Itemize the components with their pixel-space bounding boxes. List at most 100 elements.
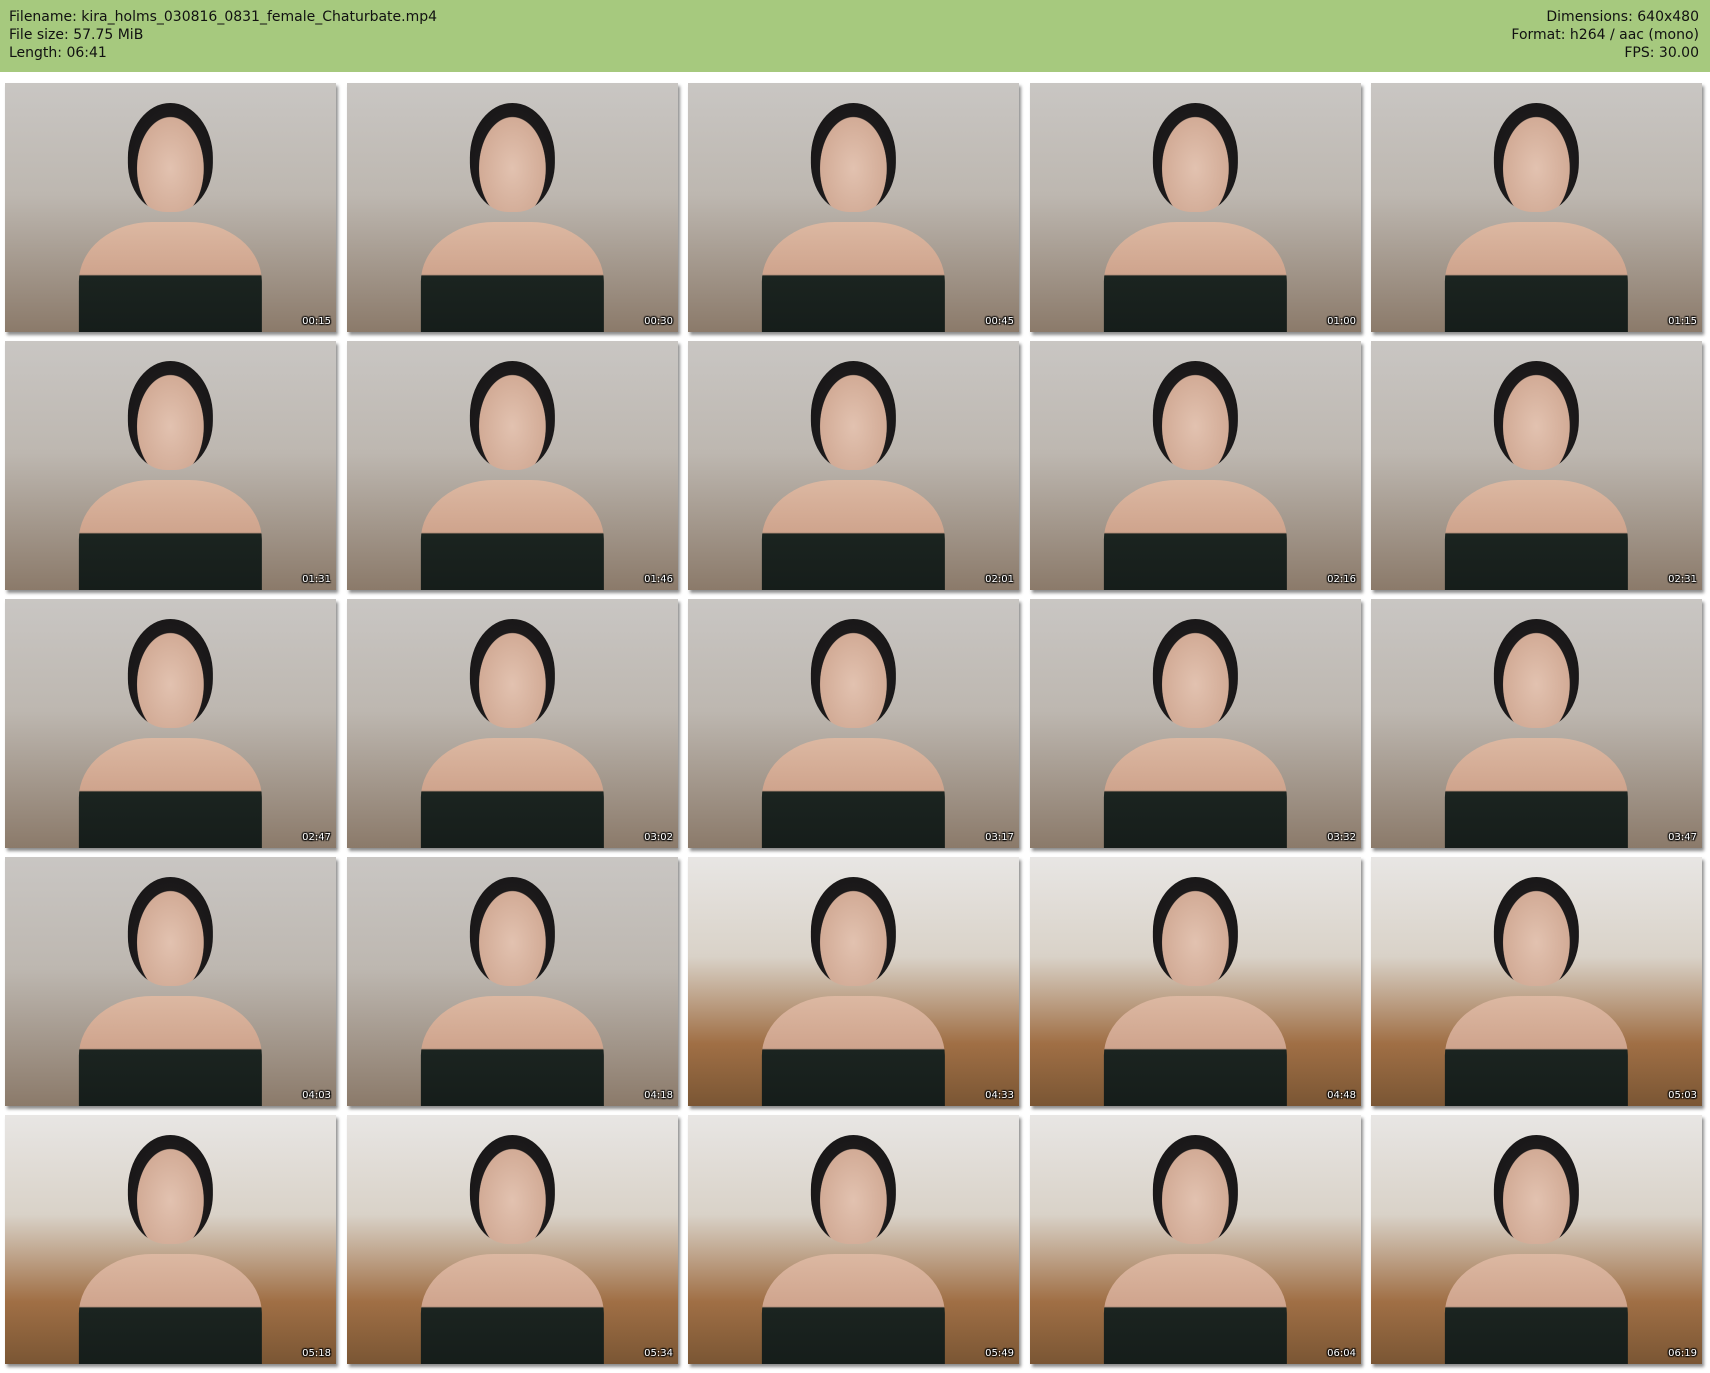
- person-figure: [79, 618, 262, 848]
- video-thumbnail[interactable]: 01:15: [1371, 83, 1702, 332]
- video-thumbnail[interactable]: 04:33: [688, 857, 1019, 1106]
- person-figure: [1445, 102, 1628, 332]
- person-head: [1493, 1134, 1580, 1245]
- person-figure: [1445, 1134, 1628, 1364]
- person-body: [421, 738, 604, 848]
- metadata-left: Filename: kira_holms_030816_0831_female_…: [9, 8, 437, 62]
- video-thumbnail[interactable]: 04:18: [347, 857, 678, 1106]
- video-thumbnail[interactable]: 03:02: [347, 599, 678, 848]
- person-body: [79, 1254, 262, 1364]
- person-head: [1493, 876, 1580, 987]
- person-body: [1104, 738, 1287, 848]
- person-figure: [79, 1134, 262, 1364]
- person-figure: [1104, 102, 1287, 332]
- thumbnail-timestamp: 03:47: [1668, 832, 1697, 843]
- person-head: [810, 618, 897, 729]
- person-head: [1152, 618, 1239, 729]
- person-figure: [1104, 1134, 1287, 1364]
- filesize-text: File size: 57.75 MiB: [9, 27, 144, 43]
- person-head: [810, 1134, 897, 1245]
- person-head: [810, 360, 897, 471]
- video-thumbnail[interactable]: 03:17: [688, 599, 1019, 848]
- thumbnail-timestamp: 05:34: [644, 1348, 673, 1359]
- thumbnail-timestamp: 04:18: [644, 1090, 673, 1101]
- person-body: [421, 222, 604, 332]
- video-thumbnail[interactable]: 04:03: [5, 857, 336, 1106]
- person-head: [810, 102, 897, 213]
- video-thumbnail[interactable]: 06:04: [1030, 1115, 1361, 1364]
- video-thumbnail[interactable]: 00:45: [688, 83, 1019, 332]
- person-figure: [762, 102, 945, 332]
- person-body: [1104, 1254, 1287, 1364]
- length-text: Length: 06:41: [9, 45, 107, 61]
- video-thumbnail[interactable]: 05:34: [347, 1115, 678, 1364]
- video-thumbnail[interactable]: 05:18: [5, 1115, 336, 1364]
- person-figure: [762, 360, 945, 590]
- person-body: [421, 1254, 604, 1364]
- person-body: [79, 480, 262, 590]
- person-figure: [421, 102, 604, 332]
- person-head: [127, 876, 214, 987]
- thumbnail-timestamp: 00:30: [644, 316, 673, 327]
- fps-text: FPS: 30.00: [1624, 45, 1699, 61]
- video-thumbnail[interactable]: 02:16: [1030, 341, 1361, 590]
- person-body: [1104, 996, 1287, 1106]
- person-head: [1493, 102, 1580, 213]
- video-thumbnail[interactable]: 06:19: [1371, 1115, 1702, 1364]
- person-head: [469, 102, 556, 213]
- person-body: [79, 996, 262, 1106]
- metadata-right: Dimensions: 640x480 Format: h264 / aac (…: [1511, 8, 1699, 62]
- metadata-header: Filename: kira_holms_030816_0831_female_…: [0, 0, 1710, 72]
- thumbnail-timestamp: 03:02: [644, 832, 673, 843]
- thumbnail-timestamp: 02:01: [985, 574, 1014, 585]
- person-figure: [1104, 360, 1287, 590]
- video-thumbnail[interactable]: 05:03: [1371, 857, 1702, 1106]
- thumbnail-timestamp: 02:47: [302, 832, 331, 843]
- video-thumbnail[interactable]: 03:32: [1030, 599, 1361, 848]
- video-thumbnail[interactable]: 01:46: [347, 341, 678, 590]
- person-body: [762, 996, 945, 1106]
- thumbnail-timestamp: 06:04: [1327, 1348, 1356, 1359]
- person-figure: [1445, 876, 1628, 1106]
- video-thumbnail[interactable]: 00:15: [5, 83, 336, 332]
- thumbnail-timestamp: 04:48: [1327, 1090, 1356, 1101]
- video-thumbnail[interactable]: 01:00: [1030, 83, 1361, 332]
- person-body: [1104, 480, 1287, 590]
- thumbnail-grid: 00:15 00:30 00:45 01:00 01:15 01:31 01:46 02:01…: [5, 83, 1705, 1368]
- video-thumbnail[interactable]: 02:47: [5, 599, 336, 848]
- person-figure: [79, 876, 262, 1106]
- person-body: [1445, 480, 1628, 590]
- person-head: [127, 1134, 214, 1245]
- person-body: [79, 738, 262, 848]
- person-body: [421, 996, 604, 1106]
- person-head: [469, 360, 556, 471]
- video-thumbnail[interactable]: 02:01: [688, 341, 1019, 590]
- thumbnail-timestamp: 01:46: [644, 574, 673, 585]
- person-figure: [1445, 618, 1628, 848]
- thumbnail-timestamp: 05:49: [985, 1348, 1014, 1359]
- person-figure: [421, 618, 604, 848]
- thumbnail-timestamp: 04:03: [302, 1090, 331, 1101]
- video-thumbnail[interactable]: 00:30: [347, 83, 678, 332]
- video-thumbnail[interactable]: 04:48: [1030, 857, 1361, 1106]
- person-figure: [421, 876, 604, 1106]
- format-text: Format: h264 / aac (mono): [1511, 27, 1699, 43]
- person-body: [762, 1254, 945, 1364]
- thumbnail-timestamp: 02:31: [1668, 574, 1697, 585]
- person-body: [1445, 996, 1628, 1106]
- video-thumbnail[interactable]: 05:49: [688, 1115, 1019, 1364]
- person-figure: [1445, 360, 1628, 590]
- person-head: [810, 876, 897, 987]
- person-head: [469, 1134, 556, 1245]
- video-thumbnail[interactable]: 03:47: [1371, 599, 1702, 848]
- thumbnail-timestamp: 01:31: [302, 574, 331, 585]
- person-body: [762, 480, 945, 590]
- person-figure: [421, 360, 604, 590]
- video-thumbnail[interactable]: 01:31: [5, 341, 336, 590]
- person-head: [1493, 360, 1580, 471]
- filename-text: Filename: kira_holms_030816_0831_female_…: [9, 9, 438, 25]
- video-thumbnail[interactable]: 02:31: [1371, 341, 1702, 590]
- person-head: [469, 876, 556, 987]
- person-figure: [1104, 876, 1287, 1106]
- person-head: [1152, 876, 1239, 987]
